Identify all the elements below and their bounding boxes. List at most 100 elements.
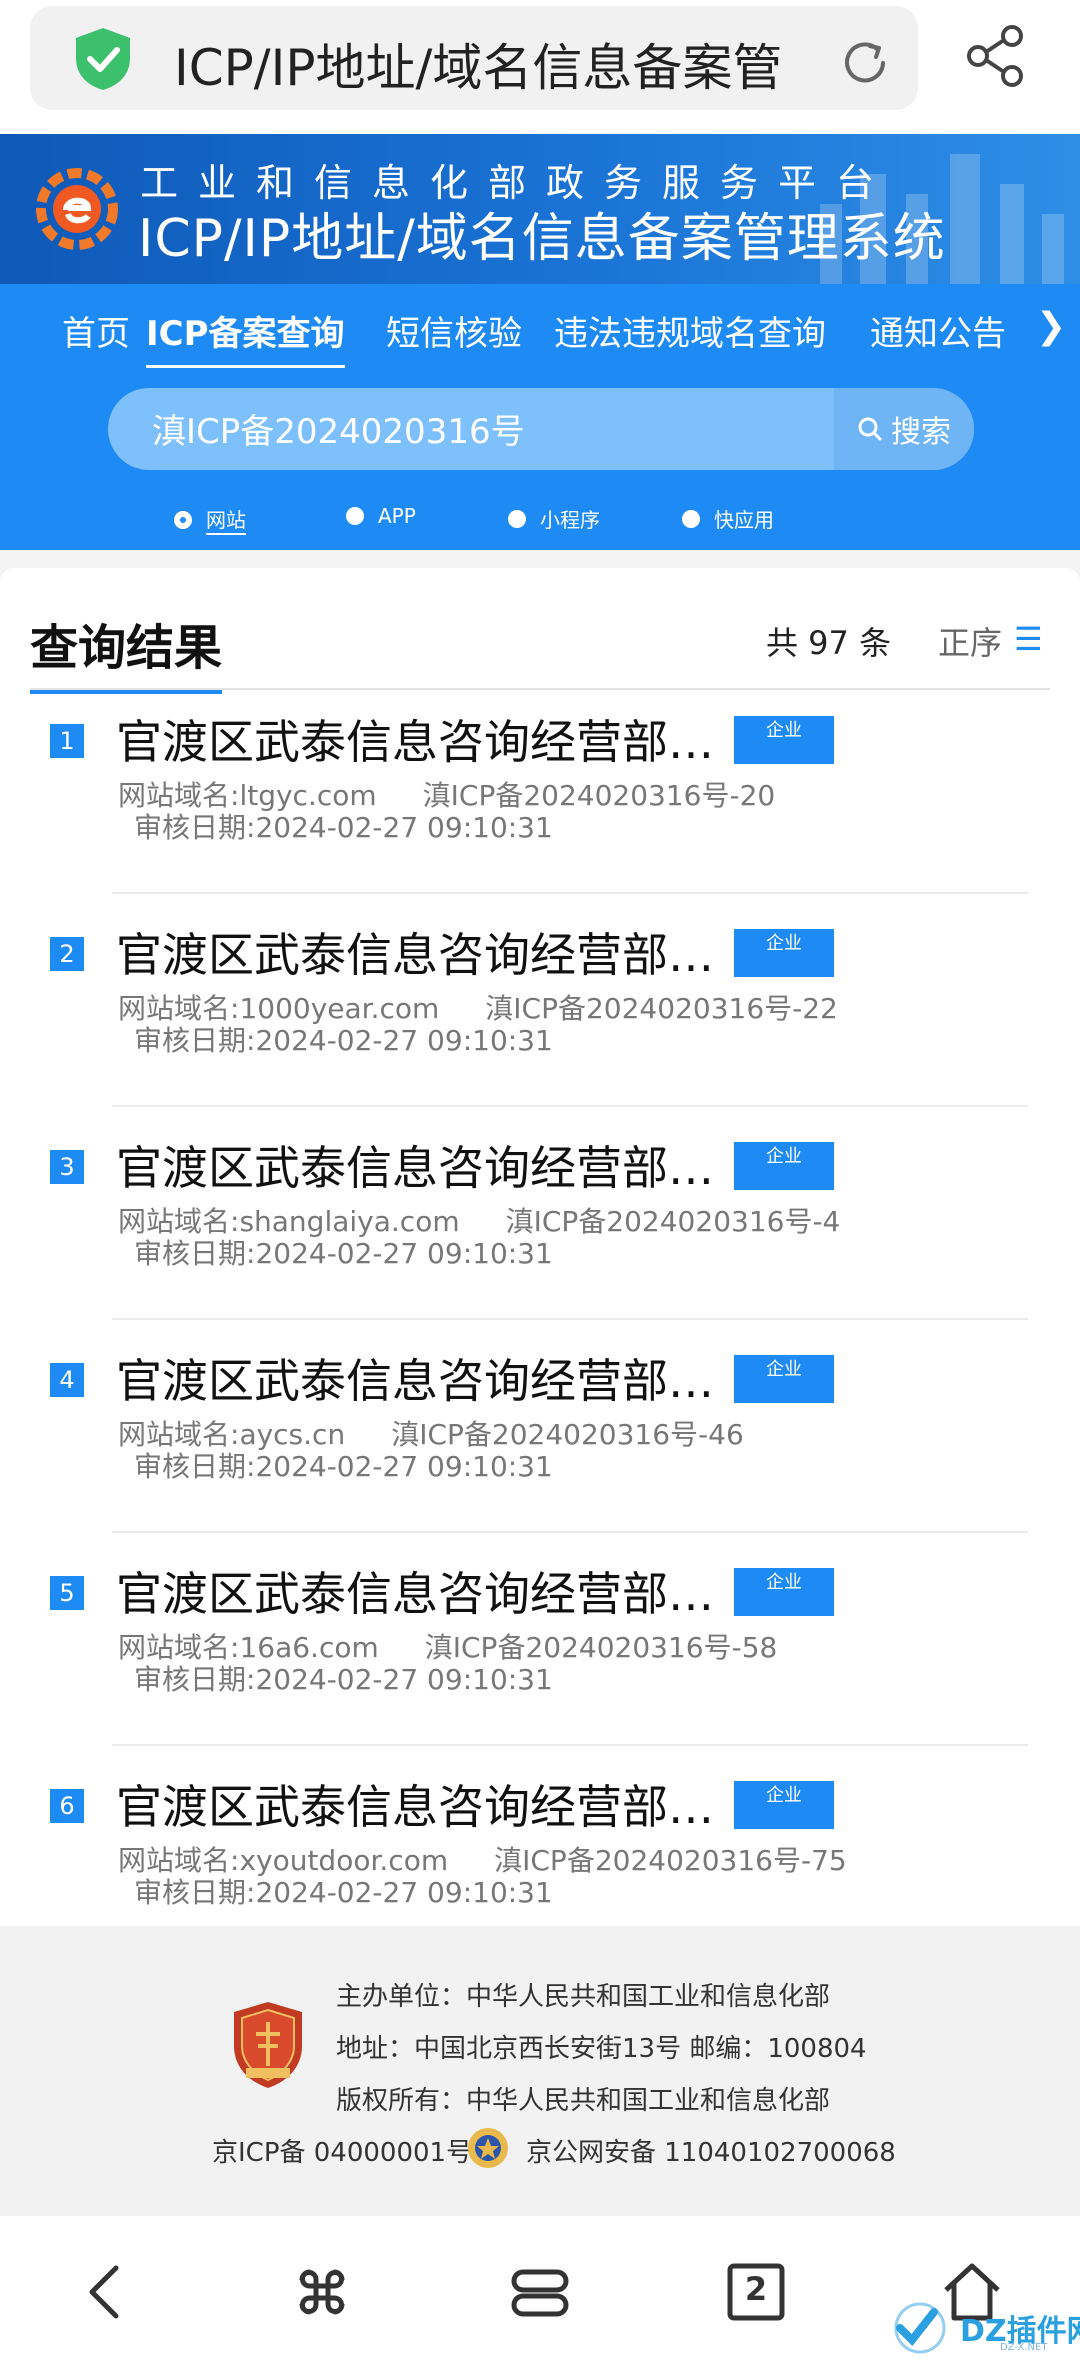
nav-home[interactable]: 首页: [62, 306, 130, 365]
tab-count: 2: [744, 2270, 768, 2308]
result-index-badge: 3: [50, 1150, 84, 1184]
browser-top-bar: ICP/IP地址/域名信息备案管: [0, 0, 1080, 134]
search-input[interactable]: 滇ICP备2024020316号: [152, 404, 525, 453]
radio-icon: [346, 507, 364, 525]
result-index-badge: 1: [50, 724, 84, 758]
search-button[interactable]: 搜索: [834, 388, 974, 470]
results-title: 查询结果: [30, 608, 223, 694]
footer-copyright: 版权所有：中华人民共和国工业和信息化部: [336, 2086, 831, 2116]
system-title: ICP/IP地址/域名信息备案管理系统: [138, 209, 946, 269]
entity-type-tag: 企业: [734, 929, 834, 977]
nav-notices[interactable]: 通知公告: [870, 306, 1006, 365]
result-item[interactable]: 3 官渡区武泰信息咨询经营部… 企业 网站域名:shanglaiya.com 滇ICP备…: [0, 1118, 1080, 1331]
nav-icp-query[interactable]: ICP备案查询: [146, 306, 345, 368]
entity-type-tag: 企业: [734, 716, 834, 764]
sort-icon[interactable]: ☰: [1014, 620, 1043, 658]
sort-order-button[interactable]: 正序: [938, 618, 1002, 664]
radio-selected-icon: [174, 510, 192, 529]
divider: [112, 1744, 1028, 1746]
radio-icon: [682, 509, 700, 528]
address-bar[interactable]: ICP/IP地址/域名信息备案管: [30, 6, 918, 110]
divider: [112, 1105, 1028, 1107]
result-date-row: 审核日期:2024-02-27 09:10:31: [134, 1232, 553, 1272]
divider: [112, 1531, 1028, 1533]
type-option-quickapp[interactable]: 快应用: [682, 504, 774, 533]
type-option-miniprogram[interactable]: 小程序: [508, 504, 600, 533]
date-label: 审核日期:: [134, 811, 256, 844]
site-banner: 工业和信息化部政务服务平台 ICP/IP地址/域名信息备案管理系统: [0, 134, 1080, 284]
search-icon: [858, 417, 882, 441]
date-value: 2024-02-27 09:10:31: [255, 1663, 553, 1696]
result-index-badge: 4: [50, 1363, 84, 1397]
results-count: 共 97 条: [766, 624, 892, 662]
result-entity-name[interactable]: 官渡区武泰信息咨询经营部…: [116, 1558, 714, 1624]
radio-icon: [508, 509, 526, 528]
entity-type-tag: 企业: [734, 1355, 834, 1403]
result-date-row: 审核日期:2024-02-27 09:10:31: [134, 806, 553, 846]
nav-illegal-domain-query[interactable]: 违法违规域名查询: [554, 306, 826, 365]
shield-check-icon: [76, 28, 130, 90]
ministry-logo: [36, 168, 118, 250]
results-panel: 查询结果 共 97 条 正序 ☰ 1 官渡区武泰信息咨询经营部… 企业 网站域名:lt…: [0, 568, 1080, 1959]
reload-icon[interactable]: [838, 36, 892, 90]
date-value: 2024-02-27 09:10:31: [255, 1237, 553, 1270]
tabs-icon[interactable]: 2: [724, 2260, 788, 2324]
back-icon[interactable]: [74, 2260, 138, 2324]
date-value: 2024-02-27 09:10:31: [255, 811, 553, 844]
result-date-row: 审核日期:2024-02-27 09:10:31: [134, 1019, 553, 1059]
footer-icp-link[interactable]: 京ICP备 04000001号: [212, 2132, 472, 2169]
result-date-row: 审核日期:2024-02-27 09:10:31: [134, 1445, 553, 1485]
result-index-badge: 5: [50, 1576, 84, 1610]
result-date-row: 审核日期:2024-02-27 09:10:31: [134, 1871, 553, 1911]
date-value: 2024-02-27 09:10:31: [255, 1024, 553, 1057]
result-entity-name[interactable]: 官渡区武泰信息咨询经营部…: [116, 1345, 714, 1411]
apps-icon[interactable]: [290, 2260, 354, 2324]
result-entity-name[interactable]: 官渡区武泰信息咨询经营部…: [116, 706, 714, 772]
date-label: 审核日期:: [134, 1024, 256, 1057]
result-item[interactable]: 2 官渡区武泰信息咨询经营部… 企业 网站域名:1000year.com 滇ICP备20…: [0, 905, 1080, 1118]
date-label: 审核日期:: [134, 1237, 256, 1270]
site-footer: 主办单位：中华人民共和国工业和信息化部 地址：中国北京西长安街13号 邮编：10…: [0, 1926, 1080, 2216]
date-value: 2024-02-27 09:10:31: [255, 1876, 553, 1909]
divider: [112, 892, 1028, 894]
type-label: 小程序: [540, 508, 600, 532]
result-index-badge: 6: [50, 1789, 84, 1823]
watermark-subtext: DZ-X.NET: [1000, 2342, 1048, 2353]
date-label: 审核日期:: [134, 1663, 256, 1696]
type-label: 网站: [206, 504, 246, 535]
type-label: 快应用: [714, 508, 774, 532]
share-icon[interactable]: [962, 22, 1030, 90]
entity-type-tag: 企业: [734, 1568, 834, 1616]
nav-sms-verify[interactable]: 短信核验: [386, 306, 522, 365]
search-bar: 滇ICP备2024020316号 搜索: [108, 388, 974, 470]
date-value: 2024-02-27 09:10:31: [255, 1450, 553, 1483]
result-entity-name[interactable]: 官渡区武泰信息咨询经营部…: [116, 1132, 714, 1198]
chevron-right-icon[interactable]: ❯: [1036, 306, 1066, 347]
divider: [30, 688, 1050, 690]
result-date-row: 审核日期:2024-02-27 09:10:31: [134, 1658, 553, 1698]
type-label: APP: [378, 504, 416, 528]
date-label: 审核日期:: [134, 1876, 256, 1909]
search-button-label: 搜索: [891, 415, 951, 450]
footer-host: 主办单位：中华人民共和国工业和信息化部: [336, 1982, 831, 2012]
type-option-website[interactable]: 网站: [174, 504, 246, 535]
page-title-in-url: ICP/IP地址/域名信息备案管: [174, 39, 783, 97]
license-number: 滇ICP备2024020316号-4: [505, 1205, 841, 1238]
footer-address: 地址：中国北京西长安街13号 邮编：100804: [336, 2034, 867, 2064]
police-badge-icon: [468, 2128, 508, 2168]
result-entity-name[interactable]: 官渡区武泰信息咨询经营部…: [116, 1771, 714, 1837]
result-item[interactable]: 5 官渡区武泰信息咨询经营部… 企业 网站域名:16a6.com 滇ICP备202402…: [0, 1544, 1080, 1757]
gov-emblem-icon: [234, 2002, 302, 2088]
menu-icon[interactable]: [508, 2260, 572, 2324]
result-index-badge: 2: [50, 937, 84, 971]
result-entity-name[interactable]: 官渡区武泰信息咨询经营部…: [116, 919, 714, 985]
type-option-app[interactable]: APP: [346, 504, 416, 528]
result-item[interactable]: 4 官渡区武泰信息咨询经营部… 企业 网站域名:aycs.cn 滇ICP备2024020…: [0, 1331, 1080, 1544]
entity-type-tag: 企业: [734, 1781, 834, 1829]
main-nav: 首页 ICP备案查询 短信核验 违法违规域名查询 通知公告 ❯: [0, 306, 1080, 378]
nav-search-panel: 首页 ICP备案查询 短信核验 违法违规域名查询 通知公告 ❯ 滇ICP备202…: [0, 284, 1080, 550]
footer-police-record-link[interactable]: 京公网安备 11040102700068: [526, 2132, 896, 2169]
result-item[interactable]: 1 官渡区武泰信息咨询经营部… 企业 网站域名:ltgyc.com 滇ICP备20240…: [0, 692, 1080, 905]
date-label: 审核日期:: [134, 1450, 256, 1483]
divider: [112, 1318, 1028, 1320]
